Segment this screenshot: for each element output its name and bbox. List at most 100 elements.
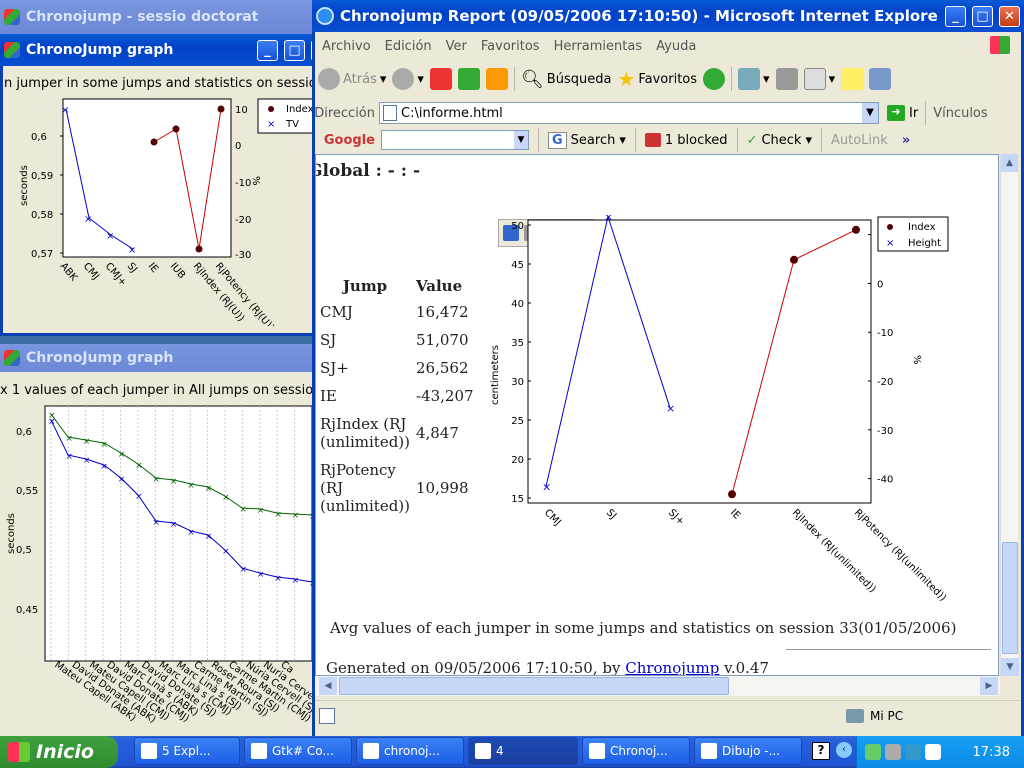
series-mark: × <box>222 547 230 557</box>
close-button[interactable]: ✕ <box>999 5 1020 27</box>
task-label: chronoj... <box>384 744 440 758</box>
maximize-button[interactable]: □ <box>284 39 305 61</box>
popup-blocker-button[interactable]: 1 blocked <box>644 133 728 148</box>
minimize-button[interactable]: _ <box>257 39 278 61</box>
y-tick: 0,6 <box>31 132 47 143</box>
favorites-button[interactable]: ★ Favoritos <box>614 64 700 94</box>
y2-tick: -20 <box>877 377 893 388</box>
menu-3[interactable]: Favoritos <box>474 39 547 54</box>
ie-titlebar[interactable]: Chronojump Report (09/05/2006 17:10:50) … <box>312 0 1024 32</box>
y2-tick: 0 <box>235 141 241 152</box>
series-mark: × <box>239 565 247 575</box>
autolink-button[interactable]: AutoLink <box>831 133 888 148</box>
help-icon[interactable]: ? <box>812 742 830 760</box>
horizontal-scrollbar[interactable]: ◀ ▶ <box>315 676 1000 696</box>
series-mark: × <box>292 576 300 586</box>
menu-4[interactable]: Herramientas <box>547 39 650 54</box>
ie-menubar: Archivo Edición Ver Favoritos Herramientas Ay… <box>315 36 1005 56</box>
taskbar-item[interactable]: 5 Expl... <box>134 737 240 765</box>
y-tick: 0,5 <box>16 545 32 556</box>
chevron-down-icon[interactable]: ▼ <box>862 103 878 123</box>
legend-index: Index <box>908 222 936 233</box>
edit-button[interactable]: ▾ <box>801 64 839 94</box>
tray-expand-button[interactable]: ‹ <box>836 742 852 758</box>
links-label[interactable]: Vínculos <box>933 106 987 121</box>
go-button[interactable]: ➜ Ir <box>887 105 918 121</box>
series-mark: × <box>274 510 282 520</box>
taskbar-item[interactable]: chronoj... <box>356 737 464 765</box>
scroll-down-button[interactable]: ▼ <box>1001 658 1019 676</box>
graph1-titlebar[interactable]: ChronoJump graph _ □ ✕ <box>0 34 336 66</box>
google-search-input[interactable]: ▼ <box>381 130 529 150</box>
taskbar-item[interactable]: Dibujo -... <box>694 737 802 765</box>
minimize-button[interactable]: _ <box>945 5 966 27</box>
graph1-legend-tv: TV <box>285 119 299 130</box>
series-mark: × <box>222 493 230 503</box>
discuss-button[interactable] <box>838 64 866 94</box>
back-button[interactable]: Atrás ▾ <box>315 64 389 94</box>
messenger-button[interactable] <box>866 64 894 94</box>
ie-icon <box>316 7 334 25</box>
history-button[interactable] <box>700 64 728 94</box>
print-button[interactable] <box>773 64 801 94</box>
taskbar-item[interactable]: Chronoj... <box>582 737 690 765</box>
mail-icon <box>738 68 761 90</box>
graph2-titlebar[interactable]: ChronoJump graph <box>0 344 312 372</box>
refresh-icon <box>457 68 480 90</box>
y-tick: 25 <box>511 416 524 427</box>
menu-0[interactable]: Archivo <box>315 39 378 54</box>
series-mark: × <box>152 518 160 528</box>
legend-height: Height <box>908 238 941 249</box>
scroll-left-button[interactable]: ◀ <box>319 677 337 695</box>
series-mark: × <box>83 456 91 466</box>
scroll-thumb[interactable] <box>1002 542 1018 654</box>
chart-caption: Avg values of each jumper in some jumps … <box>330 619 957 637</box>
home-button[interactable] <box>483 64 511 94</box>
status-bar: Mi PC <box>315 700 1020 730</box>
series-mark: × <box>187 481 195 491</box>
taskbar-item[interactable]: 4 <box>468 737 578 765</box>
series-mark: × <box>135 461 143 471</box>
start-button[interactable]: Inicio <box>0 736 118 768</box>
search-button[interactable]: 🔍︎ Búsqueda <box>518 64 615 94</box>
series-mark: × <box>135 492 143 502</box>
task-icon <box>251 743 267 759</box>
address-input[interactable]: C:\informe.html ▼ <box>379 102 879 124</box>
series-mark: × <box>292 511 300 521</box>
tray-icons[interactable] <box>857 744 967 760</box>
forward-button[interactable]: ▾ <box>389 64 427 94</box>
vertical-scrollbar[interactable]: ▲ ▼ <box>1000 154 1019 676</box>
mail-button[interactable]: ▾ <box>735 64 773 94</box>
index-point <box>790 255 798 264</box>
zone-label: Mi PC <box>870 708 904 723</box>
cell-jump: SJ+ <box>320 359 349 377</box>
bg-window-titlebar[interactable]: Chronojump - sessio doctorat <box>0 0 312 34</box>
graph1-subtitle: n jumper in some jumps and statistics on… <box>4 76 334 91</box>
menu-5[interactable]: Ayuda <box>649 39 703 54</box>
google-logo[interactable]: Google <box>315 133 375 148</box>
series-mark: × <box>65 434 73 444</box>
y-tick: 0,55 <box>16 486 38 497</box>
scroll-up-button[interactable]: ▲ <box>1001 154 1018 172</box>
refresh-button[interactable] <box>455 64 483 94</box>
menu-1[interactable]: Edición <box>378 39 439 54</box>
chronojump-icon <box>4 42 20 58</box>
spellcheck-button[interactable]: ✓ Check ▾ <box>747 133 812 148</box>
series-mark: × <box>65 452 73 462</box>
series-mark: × <box>187 528 195 538</box>
hscroll-thumb[interactable] <box>339 677 729 695</box>
stop-button[interactable] <box>427 64 455 94</box>
clock[interactable]: 17:38 <box>973 745 1010 760</box>
series-mark: × <box>152 475 160 485</box>
more-chevron[interactable]: » <box>902 133 910 148</box>
windows-flag-icon <box>8 742 30 762</box>
taskbar-item[interactable]: Gtk# Co... <box>244 737 352 765</box>
y-tick: 35 <box>511 338 524 349</box>
chronojump-link[interactable]: Chronojump <box>625 659 719 675</box>
menu-2[interactable]: Ver <box>439 39 474 54</box>
y-tick: 20 <box>511 455 524 466</box>
scroll-right-button[interactable]: ▶ <box>980 677 998 695</box>
maximize-button[interactable]: □ <box>972 5 993 27</box>
task-label: 4 <box>496 744 504 758</box>
google-search-button[interactable]: G Search ▾ <box>548 131 626 149</box>
